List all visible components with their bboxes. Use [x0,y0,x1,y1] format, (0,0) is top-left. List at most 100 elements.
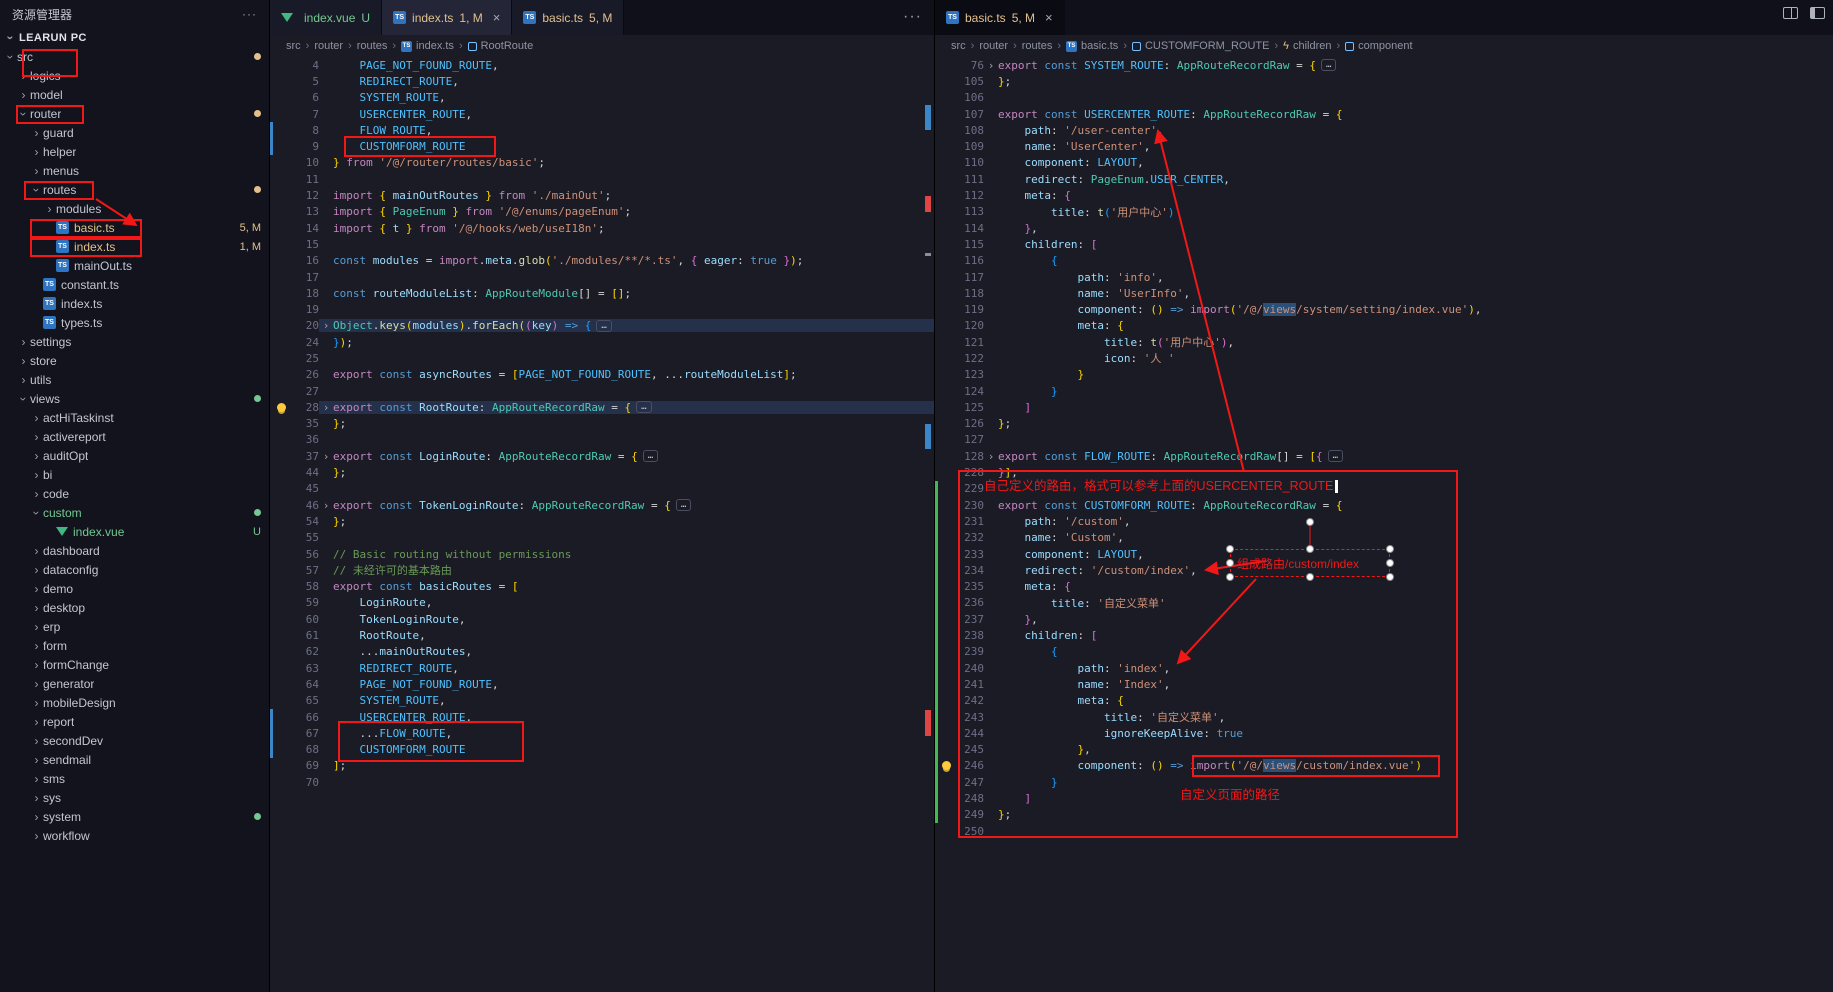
code-line-body[interactable]: }; [984,808,1833,821]
tree-item-generator[interactable]: ›generator [0,674,269,693]
code-line-111[interactable]: 111 redirect: PageEnum.USER_CENTER, [935,171,1833,187]
code-line-46[interactable]: 46›export const TokenLoginRoute: AppRout… [270,497,934,513]
code-line-108[interactable]: 108 path: '/user-center', [935,122,1833,138]
breadcrumb-item-RootRoute[interactable]: RootRoute [468,40,534,52]
tree-item-src[interactable]: ›src [0,47,269,66]
code-line-127[interactable]: 127 [935,432,1833,448]
code-line-body[interactable]: title: t('用户中心') [984,204,1833,220]
tree-item-desktop[interactable]: ›desktop [0,598,269,617]
code-line-body[interactable]: FLOW_ROUTE, [319,124,934,137]
code-line-body[interactable]: meta: { [984,319,1833,332]
code-line-body[interactable]: // Basic routing without permissions [319,548,934,561]
code-line-body[interactable]: meta: { [984,580,1833,593]
code-line-70[interactable]: 70 [270,774,934,790]
code-line-body[interactable]: ...FLOW_ROUTE, [319,727,934,740]
code-line-124[interactable]: 124 } [935,383,1833,399]
breadcrumb-item-src[interactable]: src [951,40,966,52]
fold-chevron-icon[interactable]: › [319,499,333,512]
code-line-body[interactable]: path: 'index', [984,662,1833,675]
code-line-body[interactable]: name: 'Index', [984,678,1833,691]
code-line-body[interactable]: component: () => import('/@/views/custom… [984,759,1833,772]
code-line-18[interactable]: 18const routeModuleList: AppRouteModule[… [270,285,934,301]
code-line-body[interactable]: meta: { [984,694,1833,707]
code-line-64[interactable]: 64 PAGE_NOT_FOUND_ROUTE, [270,676,934,692]
code-line-243[interactable]: 243 title: '自定义菜单', [935,709,1833,725]
code-line-228[interactable]: 228}]; [935,464,1833,480]
code-line-114[interactable]: 114 }, [935,220,1833,236]
code-line-67[interactable]: 67 ...FLOW_ROUTE, [270,725,934,741]
tree-item-mobileDesign[interactable]: ›mobileDesign [0,693,269,712]
code-line-body[interactable]: component: LAYOUT, [984,156,1833,169]
code-line-35[interactable]: 35}; [270,416,934,432]
code-line-235[interactable]: 235 meta: { [935,579,1833,595]
code-line-body[interactable]: }; [984,417,1833,430]
code-line-112[interactable]: 112 meta: { [935,187,1833,203]
code-line-body[interactable]: // 未经许可的基本路由 [319,562,934,578]
code-line-45[interactable]: 45 [270,481,934,497]
code-line-126[interactable]: 126}; [935,416,1833,432]
code-line-57[interactable]: 57// 未经许可的基本路由 [270,562,934,578]
fold-chevron-icon[interactable]: › [319,450,333,463]
code-line-body[interactable]: name: 'UserCenter', [984,140,1833,153]
code-line-56[interactable]: 56// Basic routing without permissions [270,546,934,562]
code-line-body[interactable]: children: [ [984,629,1833,642]
tree-item-custom[interactable]: ›custom [0,503,269,522]
tree-item-index.ts[interactable]: ›TSindex.ts [0,294,269,313]
code-line-69[interactable]: 69]; [270,758,934,774]
folded-region-ellipsis[interactable]: … [676,499,691,511]
code-line-232[interactable]: 232 name: 'Custom', [935,530,1833,546]
code-line-body[interactable]: CUSTOMFORM_ROUTE [319,743,934,756]
code-line-body[interactable]: path: '/custom', [984,515,1833,528]
code-line-10[interactable]: 10} from '/@/router/routes/basic'; [270,155,934,171]
breadcrumb-item-index.ts[interactable]: TSindex.ts [401,40,454,52]
code-line-body[interactable]: TokenLoginRoute, [319,613,934,626]
code-line-237[interactable]: 237 }, [935,611,1833,627]
code-line-11[interactable]: 11 [270,171,934,187]
code-line-body[interactable]: REDIRECT_ROUTE, [319,75,934,88]
tree-item-modules[interactable]: ›modules [0,199,269,218]
code-line-245[interactable]: 245 }, [935,741,1833,757]
code-line-27[interactable]: 27 [270,383,934,399]
code-line-123[interactable]: 123 } [935,367,1833,383]
fold-chevron-icon[interactable]: › [319,319,333,332]
code-line-body[interactable]: }; [984,75,1833,88]
code-line-body[interactable]: const routeModuleList: AppRouteModule[] … [319,287,934,300]
code-line-body[interactable]: title: t('用户中心'), [984,334,1833,350]
code-line-body[interactable]: } from '/@/router/routes/basic'; [319,156,934,169]
code-line-body[interactable]: }, [984,222,1833,235]
code-line-105[interactable]: 105}; [935,73,1833,89]
code-line-body[interactable]: import { PageEnum } from '/@/enums/pageE… [319,205,934,218]
code-line-17[interactable]: 17 [270,269,934,285]
tab-basic.ts[interactable]: TSbasic.ts5, M× [935,0,1065,35]
code-line-233[interactable]: 233 component: LAYOUT, [935,546,1833,562]
tree-item-system[interactable]: ›system [0,807,269,826]
code-line-13[interactable]: 13import { PageEnum } from '/@/enums/pag… [270,204,934,220]
tree-item-activereport[interactable]: ›activereport [0,427,269,446]
code-line-36[interactable]: 36 [270,432,934,448]
code-line-body[interactable]: RootRoute, [319,629,934,642]
tree-item-sendmail[interactable]: ›sendmail [0,750,269,769]
tree-item-sys[interactable]: ›sys [0,788,269,807]
code-line-body[interactable]: ] [984,401,1833,414]
fold-chevron-icon[interactable]: › [319,401,333,414]
tree-item-report[interactable]: ›report [0,712,269,731]
tree-item-demo[interactable]: ›demo [0,579,269,598]
code-line-121[interactable]: 121 title: t('用户中心'), [935,334,1833,350]
code-line-body[interactable]: name: 'UserInfo', [984,287,1833,300]
code-line-body[interactable]: USERCENTER_ROUTE, [319,108,934,121]
code-line-body[interactable]: } [984,368,1833,381]
tree-item-erp[interactable]: ›erp [0,617,269,636]
code-line-body[interactable]: ...mainOutRoutes, [319,645,934,658]
editor-more-actions-icon[interactable]: ··· [903,8,922,26]
tree-item-router[interactable]: ›router [0,104,269,123]
folded-region-ellipsis[interactable]: … [643,450,658,462]
code-line-109[interactable]: 109 name: 'UserCenter', [935,138,1833,154]
code-line-20[interactable]: 20›Object.keys(modules).forEach((key) =>… [270,318,934,334]
code-line-24[interactable]: 24}); [270,334,934,350]
code-line-body[interactable]: }); [319,336,934,349]
tree-item-workflow[interactable]: ›workflow [0,826,269,845]
folded-region-ellipsis[interactable]: … [1321,59,1336,71]
project-root-item[interactable]: › LEARUN PC [0,28,269,47]
code-line-118[interactable]: 118 name: 'UserInfo', [935,285,1833,301]
code-line-106[interactable]: 106 [935,90,1833,106]
